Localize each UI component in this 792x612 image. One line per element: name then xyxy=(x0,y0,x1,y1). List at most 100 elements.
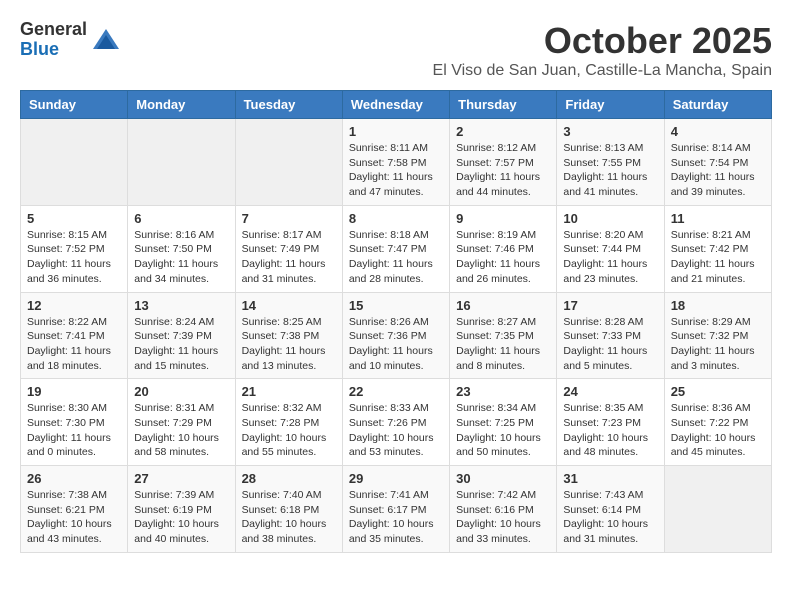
calendar-cell: 4 Sunrise: 8:14 AM Sunset: 7:54 PM Daylig… xyxy=(664,119,771,206)
day-info: Sunrise: 8:14 AM Sunset: 7:54 PM Dayligh… xyxy=(671,141,765,200)
calendar-cell: 15 Sunrise: 8:26 AM Sunset: 7:36 PM Dayli… xyxy=(342,292,449,379)
calendar-cell xyxy=(664,466,771,553)
day-number: 25 xyxy=(671,384,765,399)
day-number: 19 xyxy=(27,384,121,399)
day-info: Sunrise: 7:41 AM Sunset: 6:17 PM Dayligh… xyxy=(349,488,443,547)
day-info: Sunrise: 8:30 AM Sunset: 7:30 PM Dayligh… xyxy=(27,401,121,460)
logo: General Blue xyxy=(20,20,121,60)
day-info: Sunrise: 8:33 AM Sunset: 7:26 PM Dayligh… xyxy=(349,401,443,460)
page-header: General Blue October 2025 El Viso de San… xyxy=(20,20,772,80)
day-info: Sunrise: 8:19 AM Sunset: 7:46 PM Dayligh… xyxy=(456,228,550,287)
calendar-cell: 31 Sunrise: 7:43 AM Sunset: 6:14 PM Dayli… xyxy=(557,466,664,553)
calendar-cell xyxy=(235,119,342,206)
day-number: 21 xyxy=(242,384,336,399)
day-number: 11 xyxy=(671,211,765,226)
calendar-cell: 9 Sunrise: 8:19 AM Sunset: 7:46 PM Daylig… xyxy=(450,205,557,292)
calendar-cell: 30Sunrise: 7:42 AM Sunset: 6:16 PM Dayli… xyxy=(450,466,557,553)
calendar-cell: 13 Sunrise: 8:24 AM Sunset: 7:39 PM Dayli… xyxy=(128,292,235,379)
day-number: 13 xyxy=(134,298,228,313)
day-number: 4 xyxy=(671,124,765,139)
day-number: 3 xyxy=(563,124,657,139)
calendar-cell: 20 Sunrise: 8:31 AM Sunset: 7:29 PM Dayli… xyxy=(128,379,235,466)
day-info: Sunrise: 8:29 AM Sunset: 7:32 PM Dayligh… xyxy=(671,315,765,374)
calendar-cell: 26Sunrise: 7:38 AM Sunset: 6:21 PM Dayli… xyxy=(21,466,128,553)
day-info: Sunrise: 8:21 AM Sunset: 7:42 PM Dayligh… xyxy=(671,228,765,287)
calendar-week-row: 12Sunrise: 8:22 AM Sunset: 7:41 PM Dayli… xyxy=(21,292,772,379)
day-info: Sunrise: 8:27 AM Sunset: 7:35 PM Dayligh… xyxy=(456,315,550,374)
calendar-cell: 5 Sunrise: 8:15 AM Sunset: 7:52 PM Daylig… xyxy=(21,205,128,292)
day-info: Sunrise: 8:34 AM Sunset: 7:25 PM Dayligh… xyxy=(456,401,550,460)
calendar-cell: 28 Sunrise: 7:40 AM Sunset: 6:18 PM Dayli… xyxy=(235,466,342,553)
calendar-week-row: 26Sunrise: 7:38 AM Sunset: 6:21 PM Dayli… xyxy=(21,466,772,553)
day-number: 7 xyxy=(242,211,336,226)
day-info: Sunrise: 8:24 AM Sunset: 7:39 PM Dayligh… xyxy=(134,315,228,374)
weekday-header-friday: Friday xyxy=(557,91,664,119)
day-info: Sunrise: 8:35 AM Sunset: 7:23 PM Dayligh… xyxy=(563,401,657,460)
calendar-cell xyxy=(128,119,235,206)
calendar-cell: 24 Sunrise: 8:35 AM Sunset: 7:23 PM Dayli… xyxy=(557,379,664,466)
day-number: 20 xyxy=(134,384,228,399)
calendar-cell: 16 Sunrise: 8:27 AM Sunset: 7:35 PM Dayli… xyxy=(450,292,557,379)
day-info: Sunrise: 7:39 AM Sunset: 6:19 PM Dayligh… xyxy=(134,488,228,547)
day-info: Sunrise: 7:42 AM Sunset: 6:16 PM Dayligh… xyxy=(456,488,550,547)
logo-blue-text: Blue xyxy=(20,40,87,60)
calendar-cell: 12Sunrise: 8:22 AM Sunset: 7:41 PM Dayli… xyxy=(21,292,128,379)
day-info: Sunrise: 7:40 AM Sunset: 6:18 PM Dayligh… xyxy=(242,488,336,547)
calendar-cell: 29 Sunrise: 7:41 AM Sunset: 6:17 PM Dayli… xyxy=(342,466,449,553)
logo-icon xyxy=(91,25,121,55)
day-info: Sunrise: 8:25 AM Sunset: 7:38 PM Dayligh… xyxy=(242,315,336,374)
calendar-cell: 17 Sunrise: 8:28 AM Sunset: 7:33 PM Dayli… xyxy=(557,292,664,379)
calendar-cell: 8 Sunrise: 8:18 AM Sunset: 7:47 PM Daylig… xyxy=(342,205,449,292)
weekday-header-saturday: Saturday xyxy=(664,91,771,119)
day-info: Sunrise: 8:20 AM Sunset: 7:44 PM Dayligh… xyxy=(563,228,657,287)
day-number: 18 xyxy=(671,298,765,313)
calendar-cell: 6 Sunrise: 8:16 AM Sunset: 7:50 PM Daylig… xyxy=(128,205,235,292)
day-number: 31 xyxy=(563,471,657,486)
day-number: 29 xyxy=(349,471,443,486)
day-number: 5 xyxy=(27,211,121,226)
day-info: Sunrise: 8:11 AM Sunset: 7:58 PM Dayligh… xyxy=(349,141,443,200)
calendar-cell: 11 Sunrise: 8:21 AM Sunset: 7:42 PM Dayli… xyxy=(664,205,771,292)
weekday-header-wednesday: Wednesday xyxy=(342,91,449,119)
calendar-cell: 21 Sunrise: 8:32 AM Sunset: 7:28 PM Dayli… xyxy=(235,379,342,466)
day-info: Sunrise: 8:13 AM Sunset: 7:55 PM Dayligh… xyxy=(563,141,657,200)
day-info: Sunrise: 8:16 AM Sunset: 7:50 PM Dayligh… xyxy=(134,228,228,287)
day-number: 15 xyxy=(349,298,443,313)
location-title: El Viso de San Juan, Castille-La Mancha,… xyxy=(433,62,772,80)
day-number: 14 xyxy=(242,298,336,313)
day-info: Sunrise: 8:18 AM Sunset: 7:47 PM Dayligh… xyxy=(349,228,443,287)
calendar-cell: 19 Sunrise: 8:30 AM Sunset: 7:30 PM Dayli… xyxy=(21,379,128,466)
day-number: 6 xyxy=(134,211,228,226)
day-info: Sunrise: 8:28 AM Sunset: 7:33 PM Dayligh… xyxy=(563,315,657,374)
day-number: 8 xyxy=(349,211,443,226)
calendar-table: SundayMondayTuesdayWednesdayThursdayFrid… xyxy=(20,90,772,553)
calendar-cell: 3 Sunrise: 8:13 AM Sunset: 7:55 PM Daylig… xyxy=(557,119,664,206)
calendar-cell: 1 Sunrise: 8:11 AM Sunset: 7:58 PM Daylig… xyxy=(342,119,449,206)
day-number: 1 xyxy=(349,124,443,139)
calendar-cell: 25Sunrise: 8:36 AM Sunset: 7:22 PM Dayli… xyxy=(664,379,771,466)
weekday-header-row: SundayMondayTuesdayWednesdayThursdayFrid… xyxy=(21,91,772,119)
day-info: Sunrise: 8:12 AM Sunset: 7:57 PM Dayligh… xyxy=(456,141,550,200)
weekday-header-sunday: Sunday xyxy=(21,91,128,119)
logo-general-text: General xyxy=(20,20,87,40)
calendar-cell: 14 Sunrise: 8:25 AM Sunset: 7:38 PM Dayli… xyxy=(235,292,342,379)
day-info: Sunrise: 7:43 AM Sunset: 6:14 PM Dayligh… xyxy=(563,488,657,547)
weekday-header-tuesday: Tuesday xyxy=(235,91,342,119)
day-number: 17 xyxy=(563,298,657,313)
day-info: Sunrise: 8:15 AM Sunset: 7:52 PM Dayligh… xyxy=(27,228,121,287)
calendar-week-row: 19 Sunrise: 8:30 AM Sunset: 7:30 PM Dayli… xyxy=(21,379,772,466)
weekday-header-monday: Monday xyxy=(128,91,235,119)
day-number: 9 xyxy=(456,211,550,226)
day-info: Sunrise: 8:31 AM Sunset: 7:29 PM Dayligh… xyxy=(134,401,228,460)
title-section: October 2025 El Viso de San Juan, Castil… xyxy=(433,20,772,80)
month-title: October 2025 xyxy=(433,20,772,62)
day-info: Sunrise: 8:32 AM Sunset: 7:28 PM Dayligh… xyxy=(242,401,336,460)
day-number: 12 xyxy=(27,298,121,313)
day-number: 28 xyxy=(242,471,336,486)
calendar-cell: 23Sunrise: 8:34 AM Sunset: 7:25 PM Dayli… xyxy=(450,379,557,466)
day-number: 24 xyxy=(563,384,657,399)
calendar-cell: 10 Sunrise: 8:20 AM Sunset: 7:44 PM Dayli… xyxy=(557,205,664,292)
day-info: Sunrise: 8:26 AM Sunset: 7:36 PM Dayligh… xyxy=(349,315,443,374)
day-number: 10 xyxy=(563,211,657,226)
day-number: 16 xyxy=(456,298,550,313)
